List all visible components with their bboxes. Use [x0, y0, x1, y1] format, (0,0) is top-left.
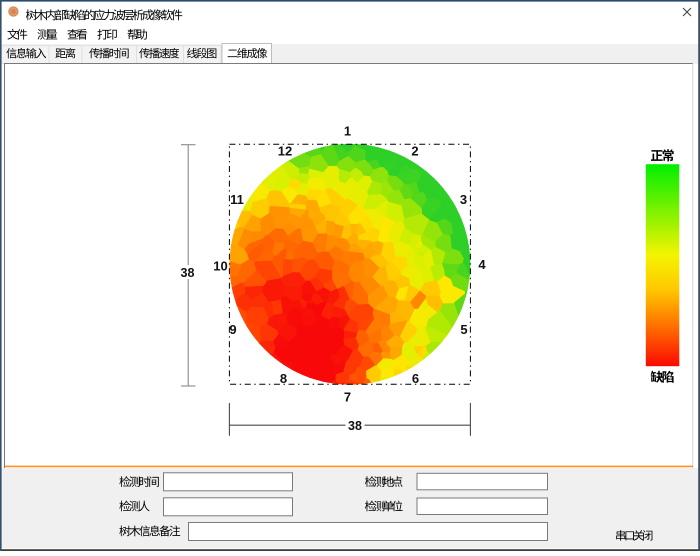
svg-text:6: 6: [412, 371, 419, 386]
svg-text:9: 9: [229, 322, 236, 337]
svg-text:11: 11: [230, 192, 244, 207]
svg-text:1: 1: [344, 123, 351, 138]
svg-text:38: 38: [181, 266, 195, 280]
svg-text:38: 38: [348, 419, 362, 433]
svg-text:8: 8: [280, 371, 287, 386]
svg-text:3: 3: [460, 192, 467, 207]
svg-text:2: 2: [411, 143, 418, 158]
svg-text:7: 7: [344, 389, 351, 404]
svg-text:12: 12: [278, 143, 292, 158]
svg-text:10: 10: [213, 258, 227, 273]
svg-text:5: 5: [460, 322, 467, 337]
svg-text:4: 4: [478, 257, 486, 272]
